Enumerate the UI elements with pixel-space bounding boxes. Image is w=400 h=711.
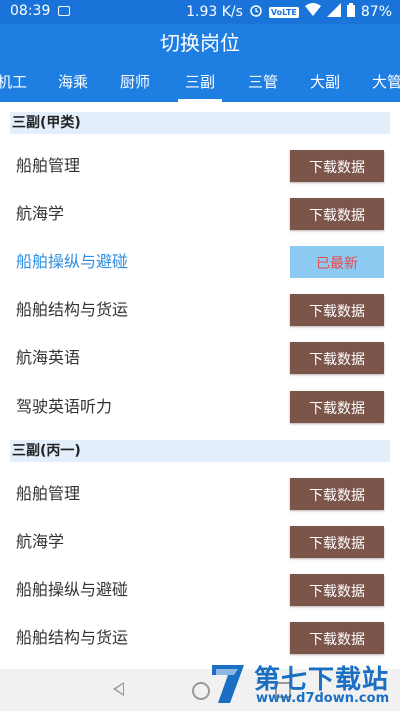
download-button[interactable]: 下载数据 — [290, 526, 384, 558]
subject-label: 船舶结构与货运 — [16, 628, 129, 647]
download-button[interactable]: 下载数据 — [290, 478, 384, 510]
tab-sanguan[interactable]: 三管 — [240, 62, 286, 102]
download-button[interactable]: 下载数据 — [290, 198, 384, 230]
signal-icon — [326, 3, 341, 21]
subject-label: 船舶管理 — [16, 484, 81, 503]
battery-icon — [346, 3, 355, 21]
back-icon[interactable] — [113, 682, 124, 696]
subject-label: 船舶结构与货运 — [16, 300, 129, 319]
tab-label: 大副 — [309, 73, 340, 91]
tab-haicheng[interactable]: 海乘 — [50, 62, 96, 102]
tab-label: 机工 — [0, 73, 27, 91]
watermark-url: www.d7down.com — [256, 691, 390, 706]
status-time: 08:39 — [10, 3, 51, 19]
subject-label: 驾驶英语听力 — [16, 397, 113, 416]
tab-dafu[interactable]: 大副 — [302, 62, 348, 102]
download-button[interactable]: 下载数据 — [290, 294, 384, 326]
list-item: 船舶结构与货运 下载数据 — [0, 286, 400, 334]
tab-label: 海乘 — [57, 73, 88, 91]
download-button[interactable]: 下载数据 — [290, 622, 384, 654]
watermark-logo-icon — [212, 665, 244, 703]
list-item: 船舶操纵与避碰 下载数据 — [0, 566, 400, 614]
wifi-icon — [304, 3, 321, 21]
subject-label: 船舶操纵与避碰 — [16, 580, 129, 599]
position-tabs: 机工 海乘 厨师 三副 三管 大副 大管 — [0, 62, 400, 102]
section-header-sanfu-bingyi: 三副(丙一) — [10, 440, 390, 462]
list-item: 船舶结构与货运 下载数据 — [0, 614, 400, 662]
list-item: 航海学 下载数据 — [0, 518, 400, 566]
tab-chushi[interactable]: 厨师 — [112, 62, 158, 102]
list-item: 船舶管理 下载数据 — [0, 470, 400, 518]
list-item: 驾驶英语听力 下载数据 — [0, 383, 400, 431]
download-button[interactable]: 下载数据 — [290, 342, 384, 374]
image-icon — [58, 6, 70, 16]
tab-label: 厨师 — [119, 73, 150, 91]
tab-sanfu[interactable]: 三副 — [172, 62, 228, 102]
subject-label: 航海学 — [16, 204, 65, 223]
subject-label: 船舶管理 — [16, 156, 81, 175]
tab-label: 大管 — [371, 73, 400, 91]
up-to-date-button[interactable]: 已最新 — [290, 246, 384, 278]
battery-percent: 87% — [360, 4, 392, 20]
network-speed: 1.93 K/s — [186, 4, 243, 20]
status-bar: 08:39 1.93 K/s VoLTE 87% — [0, 0, 400, 24]
subject-label: 航海学 — [16, 532, 65, 551]
tab-jigong[interactable]: 机工 — [0, 62, 32, 102]
list-item: 船舶操纵与避碰 已最新 — [0, 238, 400, 286]
home-icon[interactable] — [192, 682, 210, 700]
volte-badge: VoLTE — [268, 6, 299, 18]
tab-label: 三副 — [184, 73, 215, 91]
page-title: 切换岗位 — [160, 31, 240, 55]
watermark: 第七下载站 www.d7down.com — [210, 657, 398, 709]
tab-label: 三管 — [247, 73, 278, 91]
list-item: 船舶管理 下载数据 — [0, 142, 400, 190]
app-bar: 切换岗位 — [0, 24, 400, 62]
download-button[interactable]: 下载数据 — [290, 574, 384, 606]
tab-daguan[interactable]: 大管 — [364, 62, 400, 102]
download-button[interactable]: 下载数据 — [290, 391, 384, 423]
subject-label: 船舶操纵与避碰 — [16, 252, 129, 271]
alarm-icon — [249, 3, 263, 21]
list-item: 航海英语 下载数据 — [0, 334, 400, 382]
section-header-sanfu-jialei: 三副(甲类) — [10, 112, 390, 134]
download-button[interactable]: 下载数据 — [290, 150, 384, 182]
status-right: 1.93 K/s VoLTE 87% — [186, 3, 392, 21]
subject-label: 航海英语 — [16, 348, 81, 367]
list-item: 航海学 下载数据 — [0, 190, 400, 238]
